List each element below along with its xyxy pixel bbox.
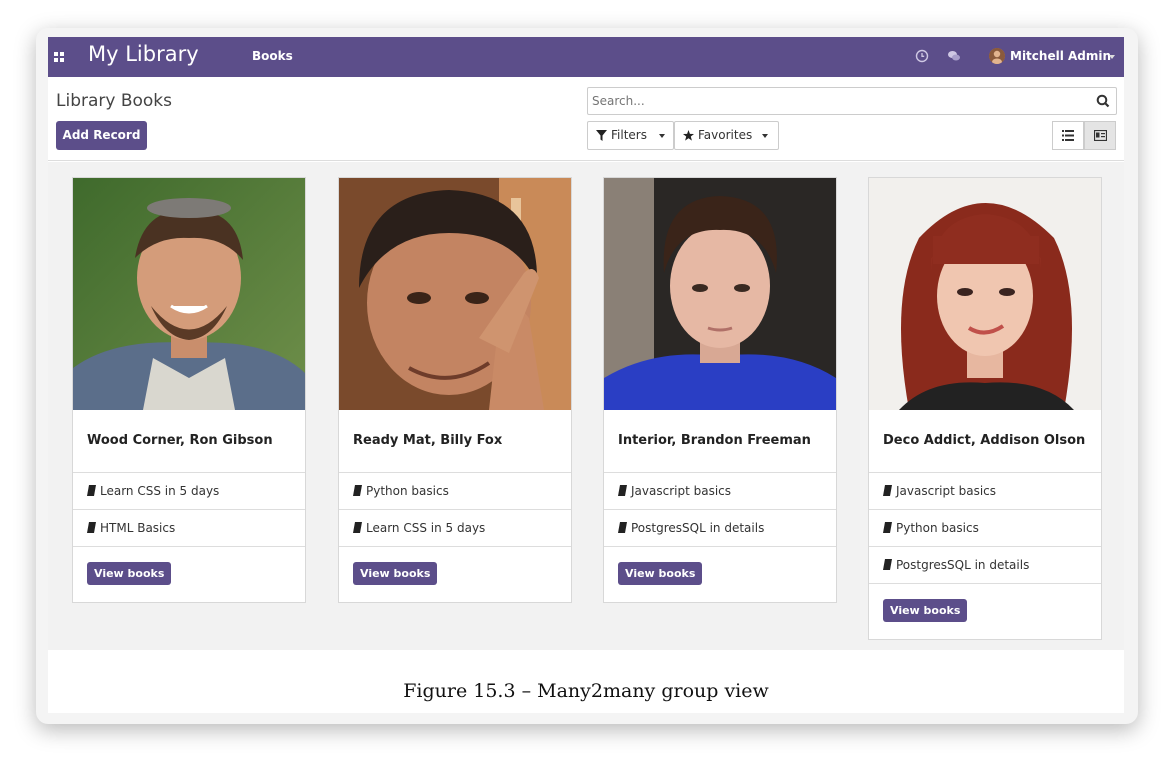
view-books-button[interactable]: View books: [883, 599, 968, 622]
kanban-icon: [1094, 130, 1107, 141]
book-title: Python basics: [896, 521, 979, 535]
chat-icon[interactable]: [947, 49, 961, 63]
list-item: Python basics: [339, 473, 571, 510]
kanban-view-button[interactable]: [1084, 121, 1116, 150]
book-icon: [883, 485, 892, 496]
filter-icon: [596, 130, 607, 141]
list-icon: [1062, 130, 1074, 141]
list-item: PostgresSQL in details: [869, 547, 1101, 584]
card-footer: View books: [73, 547, 305, 602]
author-photo: [869, 178, 1101, 410]
search-input[interactable]: [592, 92, 1072, 110]
author-photo: [73, 178, 305, 410]
list-item: Learn CSS in 5 days: [73, 473, 305, 510]
book-icon: [353, 485, 362, 496]
book-title: Javascript basics: [631, 484, 732, 498]
card-title: Wood Corner, Ron Gibson: [73, 410, 305, 473]
user-avatar[interactable]: [989, 48, 1005, 64]
book-icon: [883, 522, 892, 533]
book-icon: [87, 522, 96, 533]
list-item: Javascript basics: [869, 473, 1101, 510]
book-title: HTML Basics: [100, 521, 176, 535]
card-title: Interior, Brandon Freeman: [604, 410, 836, 473]
chevron-down-icon[interactable]: [1109, 55, 1115, 59]
star-icon: [683, 130, 694, 141]
view-books-button[interactable]: View books: [353, 562, 438, 585]
odoo-app: My Library Books Mitchell Admin Library …: [48, 37, 1124, 713]
search-bar: [587, 87, 1117, 115]
clock-icon[interactable]: [915, 49, 929, 63]
breadcrumb: Library Books: [56, 91, 173, 111]
list-item: Python basics: [869, 510, 1101, 547]
kanban-card[interactable]: Interior, Brandon Freeman Javascript bas…: [603, 177, 837, 603]
book-icon: [353, 522, 362, 533]
list-item: PostgresSQL in details: [604, 510, 836, 547]
book-title: PostgresSQL in details: [896, 558, 1030, 572]
menu-books[interactable]: Books: [252, 49, 293, 63]
add-record-button[interactable]: Add Record: [56, 121, 147, 150]
book-icon: [87, 485, 96, 496]
control-panel: Library Books Add Record Filters Favorit…: [48, 77, 1124, 161]
card-footer: View books: [869, 584, 1101, 639]
book-icon: [618, 522, 627, 533]
favorites-dropdown[interactable]: Favorites: [674, 121, 779, 150]
card-title: Deco Addict, Addison Olson: [869, 410, 1101, 473]
chevron-down-icon: [659, 134, 665, 138]
book-title: PostgresSQL in details: [631, 521, 765, 535]
view-books-button[interactable]: View books: [87, 562, 172, 585]
author-photo: [339, 178, 571, 410]
top-navbar: My Library Books Mitchell Admin: [48, 37, 1124, 77]
book-icon: [883, 559, 892, 570]
favorites-label: Favorites: [698, 128, 753, 142]
book-title: Javascript basics: [896, 484, 997, 498]
book-title: Learn CSS in 5 days: [100, 484, 220, 498]
card-footer: View books: [339, 547, 571, 602]
card-footer: View books: [604, 547, 836, 602]
apps-menu-icon[interactable]: [54, 52, 64, 62]
book-icon: [618, 485, 627, 496]
app-title[interactable]: My Library: [88, 42, 199, 66]
kanban-view: Wood Corner, Ron Gibson Learn CSS in 5 d…: [48, 162, 1124, 650]
kanban-card[interactable]: Wood Corner, Ron Gibson Learn CSS in 5 d…: [72, 177, 306, 603]
list-view-button[interactable]: [1052, 121, 1084, 150]
kanban-card[interactable]: Deco Addict, Addison Olson Javascript ba…: [868, 177, 1102, 640]
user-name[interactable]: Mitchell Admin: [1010, 49, 1111, 63]
book-title: Python basics: [366, 484, 449, 498]
list-item: Javascript basics: [604, 473, 836, 510]
author-photo: [604, 178, 836, 410]
kanban-card[interactable]: Ready Mat, Billy Fox Python basics Learn…: [338, 177, 572, 603]
list-item: HTML Basics: [73, 510, 305, 547]
book-title: Learn CSS in 5 days: [366, 521, 486, 535]
figure-caption: Figure 15.3 – Many2many group view: [48, 650, 1124, 713]
list-item: Learn CSS in 5 days: [339, 510, 571, 547]
search-icon[interactable]: [1096, 94, 1110, 108]
view-books-button[interactable]: View books: [618, 562, 703, 585]
filters-dropdown[interactable]: Filters: [587, 121, 674, 150]
card-title: Ready Mat, Billy Fox: [339, 410, 571, 473]
filters-label: Filters: [611, 128, 647, 142]
chevron-down-icon: [762, 134, 768, 138]
